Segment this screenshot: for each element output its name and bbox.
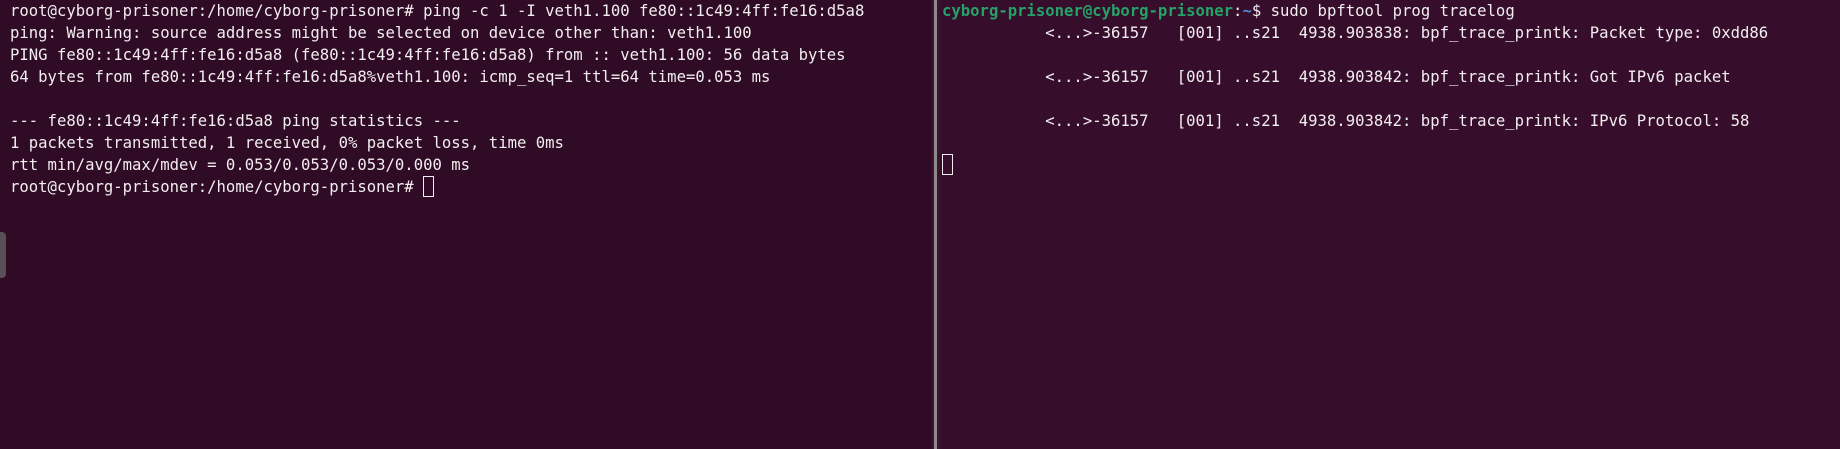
- command-line: cyborg-prisoner@cyborg-prisoner:~$ sudo …: [942, 0, 1515, 22]
- pane-divider-handle[interactable]: [934, 0, 937, 449]
- prompt-tail: $: [1251, 2, 1271, 20]
- terminal-line: ping: Warning: source address might be s…: [10, 24, 752, 42]
- prompt-path: ~: [1242, 2, 1252, 20]
- right-terminal-pane[interactable]: cyborg-prisoner@cyborg-prisoner:~$ sudo …: [940, 0, 1840, 449]
- trace-line: <...>-36157 [001] ..s21 4938.903842: bpf…: [942, 112, 1750, 130]
- shell-prompt: root@cyborg-prisoner:/home/cyborg-prison…: [10, 178, 424, 196]
- terminal-line: 1 packets transmitted, 1 received, 0% pa…: [10, 134, 564, 152]
- command-text: sudo bpftool prog tracelog: [1270, 2, 1515, 20]
- terminal-line: 64 bytes from fe80::1c49:4ff:fe16:d5a8%v…: [10, 68, 771, 86]
- prompt-user-host: cyborg-prisoner@cyborg-prisoner: [942, 2, 1234, 20]
- terminal-line: PING fe80::1c49:4ff:fe16:d5a8 (fe80::1c4…: [10, 46, 846, 64]
- trace-line: <...>-36157 [001] ..s21 4938.903838: bpf…: [942, 24, 1769, 42]
- terminal-line: root@cyborg-prisoner:/home/cyborg-prison…: [10, 2, 865, 20]
- left-terminal-pane[interactable]: root@cyborg-prisoner:/home/cyborg-prison…: [0, 0, 932, 449]
- scrollbar-handle[interactable]: [0, 232, 6, 278]
- cursor-line: [942, 154, 953, 176]
- text-cursor: [423, 176, 435, 197]
- trace-line: <...>-36157 [001] ..s21 4938.903842: bpf…: [942, 68, 1731, 86]
- terminal-window: root@cyborg-prisoner:/home/cyborg-prison…: [0, 0, 1840, 449]
- terminal-line: rtt min/avg/max/mdev = 0.053/0.053/0.053…: [10, 156, 471, 174]
- prompt-line: root@cyborg-prisoner:/home/cyborg-prison…: [10, 176, 435, 198]
- text-cursor: [942, 154, 953, 175]
- terminal-line: --- fe80::1c49:4ff:fe16:d5a8 ping statis…: [10, 112, 461, 130]
